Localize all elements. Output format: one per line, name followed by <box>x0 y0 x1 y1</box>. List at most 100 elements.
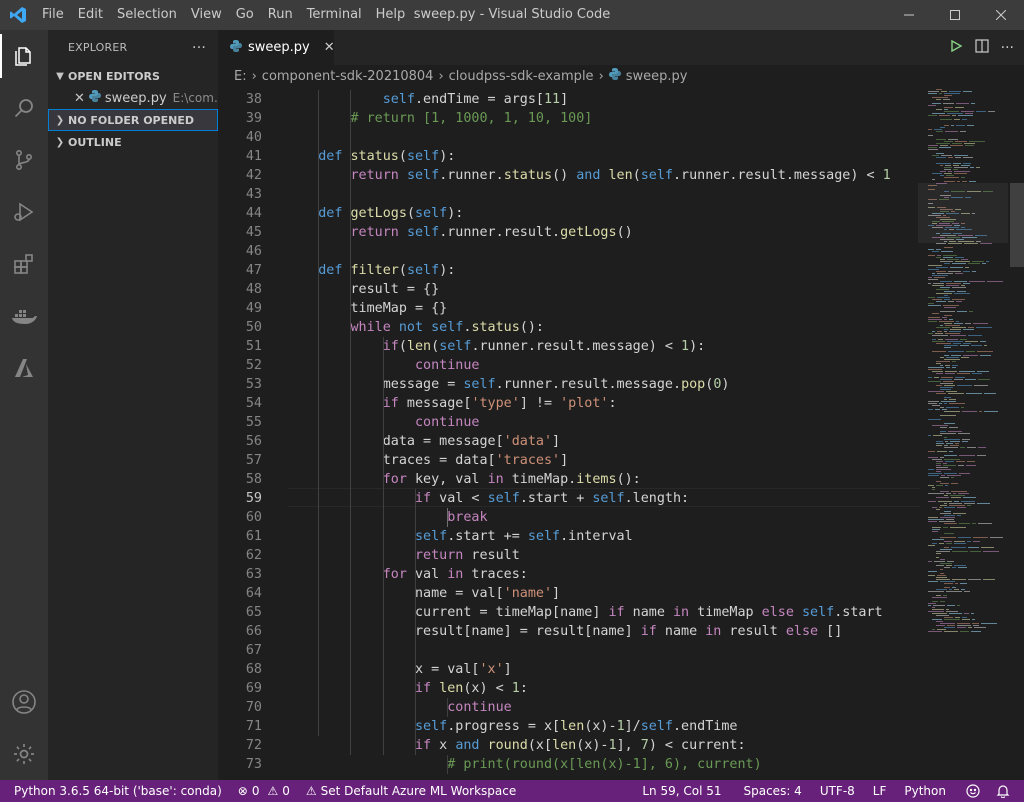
split-editor-icon[interactable] <box>975 38 989 57</box>
indent-guide <box>414 584 416 755</box>
menu-file[interactable]: File <box>35 0 71 30</box>
code-line[interactable]: 59 if val < self.start + self.length: <box>218 489 918 508</box>
chevron-right-icon: › <box>598 68 604 84</box>
code-line[interactable]: 61 self.start += self.interval <box>218 527 918 546</box>
code-line[interactable]: 65 current = timeMap[name] if name in ti… <box>218 603 918 622</box>
code-line[interactable]: 69 if len(x) < 1: <box>218 679 918 698</box>
menu-help[interactable]: Help <box>369 0 413 30</box>
code-line[interactable]: 55 continue <box>218 413 918 432</box>
code-line[interactable]: 43 <box>218 185 918 204</box>
code-line[interactable]: 73 # print(round(x[len(x)-1], 6), curren… <box>218 755 918 774</box>
maximize-icon[interactable] <box>932 0 978 30</box>
more-actions-icon[interactable]: ··· <box>1001 40 1014 56</box>
code-line[interactable]: 38 self.endTime = args[11] <box>218 90 918 109</box>
breadcrumb-item[interactable]: sweep.py <box>626 69 688 84</box>
breadcrumb-item[interactable]: E: <box>234 69 247 84</box>
open-editors-section[interactable]: ▼ OPEN EDITORS <box>48 65 218 87</box>
line-number: 71 <box>245 719 262 734</box>
code-line[interactable]: 66 result[name] = result[name] if name i… <box>218 622 918 641</box>
breadcrumb-item[interactable]: cloudpss-sdk-example <box>449 69 594 84</box>
code-line[interactable]: 48 result = {} <box>218 280 918 299</box>
more-actions-icon[interactable]: ··· <box>192 40 206 56</box>
line-number: 39 <box>245 111 262 126</box>
code-line[interactable]: 63 for val in traces: <box>218 565 918 584</box>
notifications-bell-icon[interactable] <box>988 780 1024 802</box>
problems-indicator[interactable]: ⊗ 0 ⚠ 0 <box>230 780 298 802</box>
code-line[interactable]: 52 continue <box>218 356 918 375</box>
code-line[interactable]: 42 return self.runner.status() and len(s… <box>218 166 918 185</box>
code-line[interactable]: 62 return result <box>218 546 918 565</box>
code-line[interactable]: 57 traces = data['traces'] <box>218 451 918 470</box>
breadcrumb-item[interactable]: component-sdk-20210804 <box>262 69 434 84</box>
feedback-icon[interactable] <box>958 780 988 802</box>
open-editor-item[interactable]: ✕ sweep.py E:\com... <box>48 87 218 109</box>
line-number: 64 <box>245 586 262 601</box>
explorer-icon[interactable] <box>0 30 48 82</box>
azure-icon[interactable] <box>0 342 48 394</box>
code-line[interactable]: 49 timeMap = {} <box>218 299 918 318</box>
menu-run[interactable]: Run <box>261 0 300 30</box>
outline-section[interactable]: ❯ OUTLINE <box>48 131 218 153</box>
close-window-icon[interactable] <box>978 0 1024 30</box>
code-line[interactable]: 58 for key, val in timeMap.items(): <box>218 470 918 489</box>
menu-edit[interactable]: Edit <box>71 0 110 30</box>
tab-sweep-py[interactable]: sweep.py ✕ <box>218 30 335 65</box>
code-line[interactable]: 44 def getLogs(self): <box>218 204 918 223</box>
menu-selection[interactable]: Selection <box>110 0 184 30</box>
code-line[interactable]: 46 <box>218 242 918 261</box>
run-file-icon[interactable] <box>949 39 963 57</box>
minimap[interactable] <box>918 87 1008 780</box>
code-text: current = timeMap[name] if name in timeM… <box>286 605 883 620</box>
no-folder-section[interactable]: ❯ NO FOLDER OPENED <box>48 109 218 131</box>
source-control-icon[interactable] <box>0 134 48 186</box>
extensions-icon[interactable] <box>0 238 48 290</box>
activity-bar <box>0 30 48 780</box>
search-icon[interactable] <box>0 82 48 134</box>
code-line[interactable]: 56 data = message['data'] <box>218 432 918 451</box>
code-editor[interactable]: 38 self.endTime = args[11] 39 # return [1… <box>218 87 1024 780</box>
code-line[interactable]: 70 continue <box>218 698 918 717</box>
indent-guide <box>447 755 448 774</box>
azure-ml-workspace[interactable]: ⚠ Set Default Azure ML Workspace <box>298 780 524 802</box>
explorer-sidebar: EXPLORER ··· ▼ OPEN EDITORS ✕ sweep.py E… <box>48 30 218 780</box>
code-line[interactable]: 72 if x and round(x[len(x)-1], 7) < curr… <box>218 736 918 755</box>
close-icon[interactable]: ✕ <box>324 40 335 55</box>
code-line[interactable]: 41 def status(self): <box>218 147 918 166</box>
code-line[interactable]: 54 if message['type'] != 'plot': <box>218 394 918 413</box>
indentation[interactable]: Spaces: 4 <box>736 780 812 802</box>
menu-terminal[interactable]: Terminal <box>300 0 369 30</box>
cursor-position[interactable]: Ln 59, Col 51 <box>634 780 735 802</box>
code-line[interactable]: 67 <box>218 641 918 660</box>
run-debug-icon[interactable] <box>0 186 48 238</box>
code-line[interactable]: 71 self.progress = x[len(x)-1]/self.endT… <box>218 717 918 736</box>
minimize-icon[interactable] <box>886 0 932 30</box>
code-line[interactable]: 45 return self.runner.result.getLogs() <box>218 223 918 242</box>
python-interpreter[interactable]: Python 3.6.5 64-bit ('base': conda) <box>0 780 230 802</box>
encoding[interactable]: UTF-8 <box>812 780 865 802</box>
language-mode[interactable]: Python <box>896 780 958 802</box>
code-line[interactable]: 68 x = val['x'] <box>218 660 918 679</box>
line-number: 57 <box>245 453 262 468</box>
warning-count: 0 <box>282 784 290 798</box>
code-line[interactable]: 40 <box>218 128 918 147</box>
menu-go[interactable]: Go <box>229 0 261 30</box>
code-line[interactable]: 60 break <box>218 508 918 527</box>
account-icon[interactable] <box>0 676 48 728</box>
line-number: 42 <box>245 168 262 183</box>
manage-gear-icon[interactable] <box>0 728 48 780</box>
code-line[interactable]: 64 name = val['name'] <box>218 584 918 603</box>
code-line[interactable]: 47 def filter(self): <box>218 261 918 280</box>
close-icon[interactable]: ✕ <box>74 91 85 106</box>
code-line[interactable]: 51 if(len(self.runner.result.message) < … <box>218 337 918 356</box>
line-number: 46 <box>245 244 262 259</box>
code-line[interactable]: 39 # return [1, 1000, 1, 10, 100] <box>218 109 918 128</box>
window-controls <box>886 0 1024 30</box>
python-interpreter-label: Python 3.6.5 64-bit ('base': conda) <box>14 784 222 798</box>
menu-view[interactable]: View <box>184 0 229 30</box>
code-line[interactable]: 53 message = self.runner.result.message.… <box>218 375 918 394</box>
code-line[interactable]: 50 while not self.status(): <box>218 318 918 337</box>
docker-icon[interactable] <box>0 290 48 342</box>
scrollbar-thumb[interactable] <box>1010 183 1024 267</box>
sidebar-header: EXPLORER ··· <box>48 30 218 65</box>
line-ending[interactable]: LF <box>865 780 897 802</box>
